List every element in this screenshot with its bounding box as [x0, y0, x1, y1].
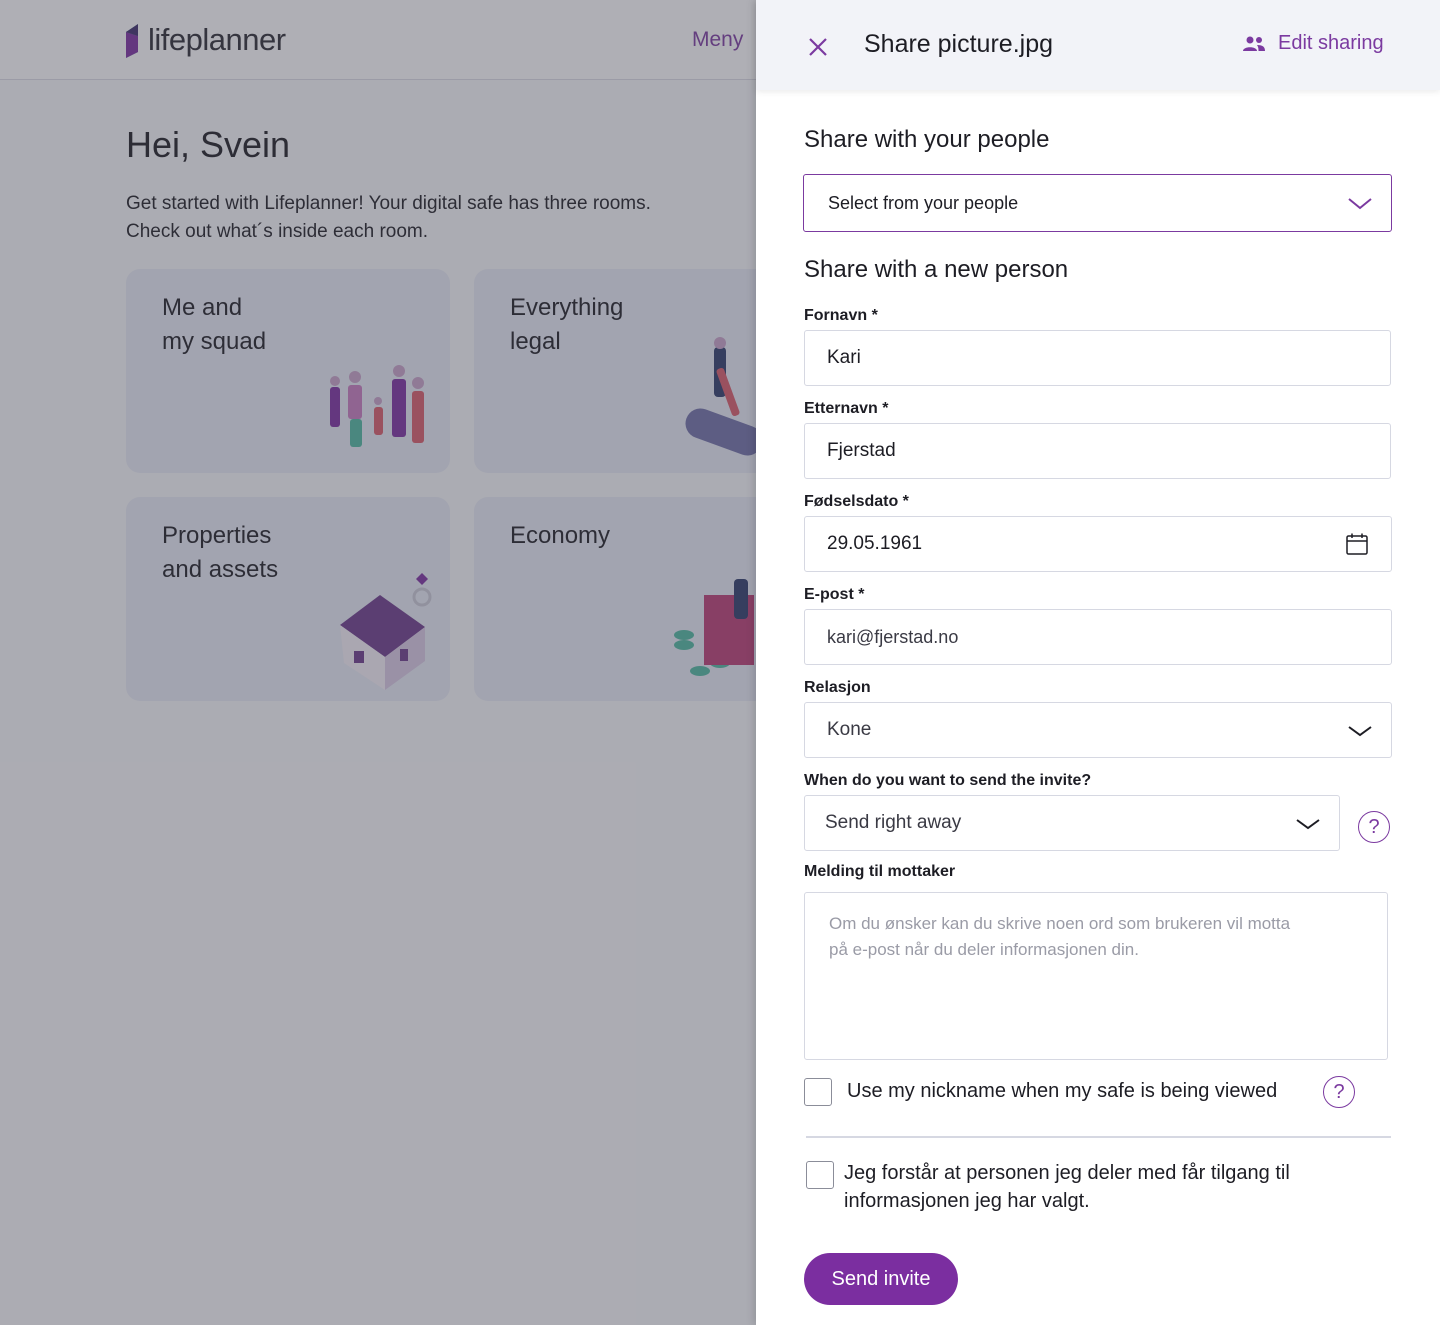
- panel-title: Share picture.jpg: [864, 30, 1054, 58]
- people-select[interactable]: Select from your people: [803, 174, 1392, 232]
- close-icon[interactable]: [804, 33, 832, 61]
- consent-checkbox[interactable]: [806, 1161, 834, 1189]
- nickname-checkbox[interactable]: [804, 1078, 832, 1106]
- chevron-down-icon: [1348, 198, 1372, 210]
- new-person-heading: Share with a new person: [804, 256, 1069, 283]
- invite-time-label: When do you want to send the invite?: [804, 772, 1092, 789]
- last-name-label: Etternavn *: [804, 400, 889, 417]
- message-label: Melding til mottaker: [804, 863, 956, 880]
- consent-line-2: informasjonen jeg har valgt.: [844, 1190, 1090, 1212]
- invite-help-icon[interactable]: ?: [1358, 811, 1390, 843]
- people-select-value: Select from your people: [828, 192, 1019, 213]
- send-invite-button[interactable]: Send invite: [804, 1253, 958, 1305]
- share-panel: Share picture.jpg Edit sharing Share wit…: [756, 0, 1440, 1325]
- message-placeholder-line-2: på e-post når du deler informasjonen din…: [829, 940, 1139, 959]
- consent-line-1: Jeg forstår at personen jeg deler med få…: [844, 1162, 1290, 1184]
- message-placeholder-line-1: Om du ønsker kan du skrive noen ord som …: [829, 914, 1291, 933]
- invite-time-value: Send right away: [825, 812, 962, 833]
- email-label: E-post *: [804, 586, 865, 603]
- chevron-down-icon: [1296, 819, 1320, 830]
- birth-date-field[interactable]: 29.05.1961: [804, 516, 1392, 572]
- relation-label: Relasjon: [804, 679, 871, 696]
- chevron-down-icon: [1348, 726, 1372, 737]
- edit-sharing-label: Edit sharing: [1278, 32, 1384, 54]
- first-name-value: Kari: [827, 347, 861, 368]
- birth-date-label: Fødselsdato *: [804, 493, 909, 510]
- consent-text: Jeg forstår at personen jeg deler med få…: [844, 1159, 1290, 1215]
- relation-value: Kone: [827, 719, 872, 740]
- last-name-value: Fjerstad: [827, 440, 896, 461]
- email-value: kari@fjerstad.no: [827, 626, 959, 647]
- birth-date-value: 29.05.1961: [827, 533, 923, 554]
- share-people-heading: Share with your people: [804, 126, 1050, 153]
- relation-select[interactable]: Kone: [804, 702, 1392, 758]
- edit-sharing-button[interactable]: Edit sharing: [1242, 32, 1384, 55]
- people-icon: [1243, 36, 1265, 51]
- divider: [806, 1136, 1391, 1138]
- panel-header: Share picture.jpg Edit sharing: [756, 0, 1440, 90]
- calendar-icon[interactable]: [1345, 532, 1369, 556]
- nickname-label: Use my nickname when my safe is being vi…: [847, 1080, 1278, 1102]
- last-name-field[interactable]: Fjerstad: [804, 423, 1391, 479]
- message-textarea[interactable]: Om du ønsker kan du skrive noen ord som …: [804, 892, 1388, 1060]
- invite-time-select[interactable]: Send right away: [804, 795, 1340, 851]
- email-field[interactable]: kari@fjerstad.no: [804, 609, 1392, 665]
- first-name-label: Fornavn *: [804, 307, 878, 324]
- nickname-help-icon[interactable]: ?: [1323, 1076, 1355, 1108]
- first-name-field[interactable]: Kari: [804, 330, 1391, 386]
